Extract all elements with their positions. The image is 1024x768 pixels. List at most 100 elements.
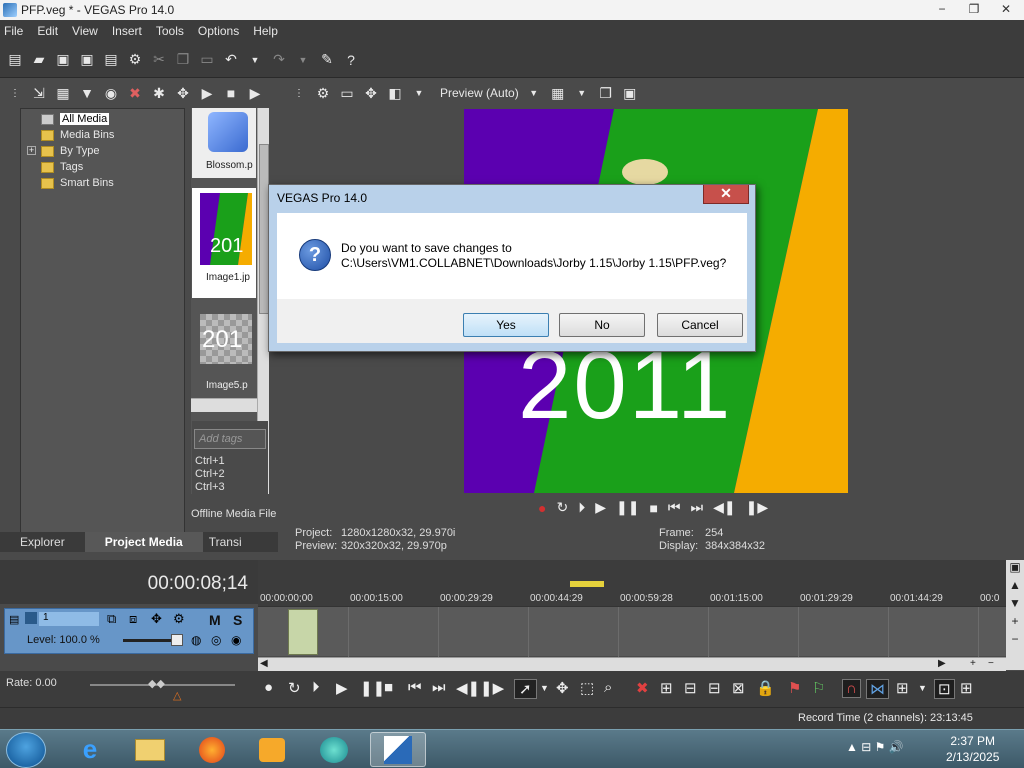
ignore-event-grouping-icon[interactable]: ⊞: [960, 679, 973, 697]
timeline-clip[interactable]: [288, 609, 318, 655]
media-item[interactable]: Blossom.p: [192, 108, 256, 178]
trim-icon[interactable]: ⊞: [660, 679, 673, 697]
messenger-icon[interactable]: [306, 732, 362, 767]
external-monitor-icon[interactable]: ▭: [338, 84, 356, 102]
copy-snapshot-icon[interactable]: ❐: [597, 84, 615, 102]
trim-icon[interactable]: ✥: [174, 84, 192, 102]
properties-gear-icon[interactable]: ⚙: [126, 51, 144, 69]
scroll-left-icon[interactable]: ◀: [260, 658, 268, 669]
tree-item-by-type[interactable]: By Type: [41, 143, 100, 159]
tab-transitions[interactable]: Transi: [203, 532, 248, 552]
menu-file[interactable]: File: [4, 24, 23, 38]
zoom-out-icon[interactable]: −: [1006, 632, 1024, 650]
undo-icon[interactable]: ↶: [222, 51, 240, 69]
yes-button[interactable]: Yes: [463, 313, 549, 337]
media-horizontal-scrollbar[interactable]: [191, 398, 257, 412]
open-icon[interactable]: ▰: [30, 51, 48, 69]
new-project-icon[interactable]: ▤: [6, 51, 24, 69]
vegas-pro-taskbar-icon[interactable]: [370, 732, 426, 767]
scroll-down-icon[interactable]: ▼: [1006, 596, 1024, 614]
pause-icon[interactable]: ❚❚: [616, 499, 639, 516]
insert-marker-icon[interactable]: ⚑: [788, 679, 801, 697]
lock-envelopes-icon[interactable]: ⊡: [934, 679, 955, 699]
horizontal-zoom-in-icon[interactable]: +: [970, 658, 976, 669]
tab-project-media[interactable]: Project Media: [84, 532, 203, 552]
no-button[interactable]: No: [559, 313, 645, 337]
cancel-button[interactable]: Cancel: [657, 313, 743, 337]
media-player-icon[interactable]: [244, 732, 300, 767]
menu-edit[interactable]: Edit: [37, 24, 58, 38]
parent-motion-icon[interactable]: ✥: [151, 611, 162, 627]
scroll-up-icon[interactable]: ▲: [1006, 578, 1024, 596]
stop-icon[interactable]: ■: [649, 500, 657, 516]
play-icon[interactable]: ▶: [198, 84, 216, 102]
menu-options[interactable]: Options: [198, 24, 239, 38]
go-to-start-icon[interactable]: ⏮: [668, 499, 681, 516]
video-fx-icon[interactable]: ✥: [362, 84, 380, 102]
tab-explorer[interactable]: Explorer: [0, 532, 85, 552]
quality-dropdown-icon[interactable]: ▼: [525, 84, 543, 102]
trim-start-icon[interactable]: ⊟: [684, 679, 697, 697]
menu-tools[interactable]: Tools: [156, 24, 184, 38]
delete-icon[interactable]: ✖: [636, 679, 649, 697]
dialog-close-button[interactable]: ✕: [703, 185, 749, 204]
timeline-ruler[interactable]: 00:00:00;00 00:00:15:00 00:00:29:29 00:0…: [258, 560, 1006, 606]
normal-edit-tool-icon[interactable]: ➚: [514, 679, 537, 699]
tree-item-all-media[interactable]: All Media: [41, 111, 110, 127]
compositing-mode-icon[interactable]: ◍: [191, 633, 201, 647]
tree-item-smart-bins[interactable]: Smart Bins: [41, 175, 114, 191]
split-dropdown-icon[interactable]: ▼: [410, 84, 428, 102]
trim-end-icon[interactable]: ⊟: [708, 679, 721, 697]
minimize-button[interactable]: −: [926, 0, 958, 18]
import-media-icon[interactable]: ⇲: [30, 84, 48, 102]
next-frame-icon[interactable]: ❚▶: [480, 679, 504, 697]
preview-quality-select[interactable]: Preview (Auto): [440, 86, 519, 100]
overlays-dropdown-icon[interactable]: ▼: [573, 84, 591, 102]
paste-icon[interactable]: ▭: [198, 51, 216, 69]
video-track-lane[interactable]: [258, 606, 1006, 657]
maximize-button[interactable]: ❐: [958, 0, 990, 18]
overlays-grid-icon[interactable]: ▦: [549, 84, 567, 102]
mute-button[interactable]: M: [209, 612, 221, 628]
pause-icon[interactable]: ❚❚: [360, 679, 385, 697]
redo-dropdown-icon[interactable]: ▼: [294, 51, 312, 69]
render-as-icon[interactable]: ▤: [102, 51, 120, 69]
get-media-icon[interactable]: ▼: [78, 84, 96, 102]
menu-view[interactable]: View: [72, 24, 98, 38]
lock-icon[interactable]: 🔒: [756, 679, 775, 697]
internet-explorer-icon[interactable]: e: [62, 732, 118, 767]
loop-playback-icon[interactable]: ↻: [288, 679, 301, 697]
tree-item-media-bins[interactable]: Media Bins: [41, 127, 114, 143]
expand-icon[interactable]: +: [27, 146, 36, 155]
stop-icon[interactable]: ■: [384, 679, 393, 696]
undo-dropdown-icon[interactable]: ▼: [246, 51, 264, 69]
add-tags-input[interactable]: Add tags: [194, 429, 266, 449]
loop-region-marker[interactable]: [570, 581, 604, 587]
slider-knob[interactable]: [171, 634, 183, 646]
play-icon[interactable]: ▶: [336, 679, 348, 697]
stop-icon[interactable]: ■: [222, 84, 240, 102]
preview-properties-icon[interactable]: ⚙: [314, 84, 332, 102]
menu-help[interactable]: Help: [253, 24, 278, 38]
auto-preview-icon[interactable]: ▶: [246, 84, 264, 102]
firefox-icon[interactable]: [184, 732, 240, 767]
make-compositing-parent-icon[interactable]: ◉: [231, 633, 241, 647]
selection-tool-icon[interactable]: ⬚: [580, 679, 594, 697]
tree-item-tags[interactable]: Tags: [41, 159, 83, 175]
close-button[interactable]: ✕: [990, 0, 1022, 18]
remove-media-icon[interactable]: ✖: [126, 84, 144, 102]
scroll-right-icon[interactable]: ▶: [938, 658, 946, 669]
copy-icon[interactable]: ❐: [174, 51, 192, 69]
menu-insert[interactable]: Insert: [112, 24, 142, 38]
web-icon[interactable]: ◉: [102, 84, 120, 102]
edit-tool-dropdown-icon[interactable]: ▼: [540, 683, 549, 693]
capture-video-icon[interactable]: ▦: [54, 84, 72, 102]
snapping-magnet-icon[interactable]: ∩: [842, 679, 861, 698]
help-what-is-icon[interactable]: ?: [342, 51, 360, 69]
previous-frame-icon[interactable]: ◀❚: [456, 679, 480, 697]
save-icon[interactable]: ▣: [54, 51, 72, 69]
auto-crossfade-icon[interactable]: ⋈: [866, 679, 889, 699]
split-icon[interactable]: ⊠: [732, 679, 745, 697]
tool-brush-icon[interactable]: ✎: [318, 51, 336, 69]
previous-frame-icon[interactable]: ◀❚: [713, 499, 736, 516]
